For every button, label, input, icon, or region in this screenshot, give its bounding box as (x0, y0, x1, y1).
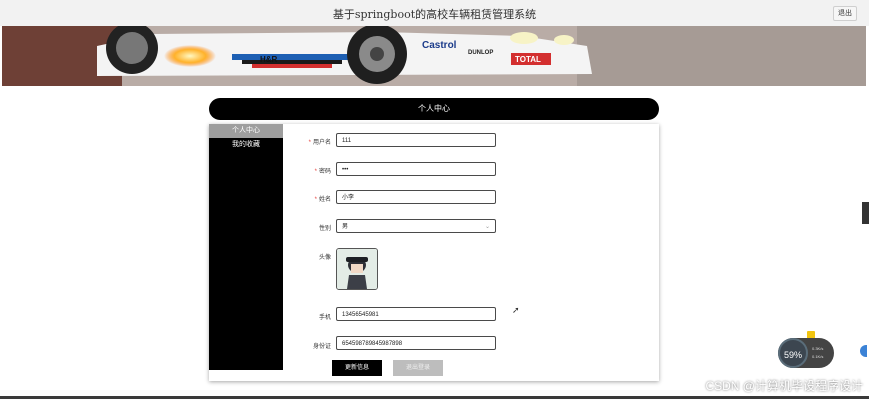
download-speed: 0.1K/s (812, 354, 824, 359)
logout-account-button[interactable]: 退出登录 (393, 360, 443, 376)
name-label: * 姓名 (314, 197, 331, 203)
upload-speed: 0.3K/s (812, 346, 824, 351)
side-scroll-tab[interactable] (862, 202, 869, 224)
bottom-border (0, 396, 869, 399)
sidebar-item-favorites[interactable]: 我的收藏 (209, 138, 283, 152)
mouse-cursor-icon: ➚ (512, 305, 520, 315)
username-field[interactable]: 111 (336, 133, 496, 147)
avatar-upload[interactable] (336, 248, 378, 290)
svg-text:DUNLOP: DUNLOP (468, 50, 493, 56)
top-bar: 基于springboot的高校车辆租赁管理系统 退出 (0, 0, 869, 26)
profile-panel: 个人中心 我的收藏 * 用户名 111 * 密码 ••• * 姓名 小李 性别 男 ⌄… (209, 124, 659, 381)
phone-label: 手机 (318, 315, 331, 321)
page-title: 个人中心 (209, 98, 659, 120)
svg-text:TOTAL: TOTAL (515, 55, 541, 64)
svg-text:Castrol: Castrol (422, 40, 457, 51)
avatar-label: 头像 (318, 255, 331, 261)
name-field[interactable]: 小李 (336, 190, 496, 204)
idcard-field[interactable]: 654598789845987898 (336, 336, 496, 350)
logout-button[interactable]: 退出 (833, 6, 857, 21)
gender-value: 男 (342, 224, 349, 230)
watermark: CSDN @计算机毕设程序设计 (705, 379, 863, 393)
carousel-dots[interactable] (424, 80, 457, 86)
gender-label: 性别 (318, 226, 331, 232)
speed-percent: 59% (778, 338, 808, 368)
chevron-down-icon: ⌄ (484, 224, 490, 230)
phone-field[interactable]: 13456545981 (336, 307, 496, 321)
avatar-image (337, 249, 377, 289)
gender-select[interactable]: 男 ⌄ (336, 219, 496, 233)
password-field[interactable]: ••• (336, 162, 496, 176)
banner-image: Castrol DUNLOP TOTAL H&R (2, 26, 866, 86)
sidebar: 个人中心 我的收藏 (209, 124, 283, 370)
sidebar-item-profile[interactable]: 个人中心 (209, 124, 283, 138)
username-label: * 用户名 (308, 140, 331, 146)
network-speed-widget[interactable]: 59% 0.3K/s 0.1K/s (778, 338, 834, 368)
site-title: 基于springboot的高校车辆租赁管理系统 (332, 8, 537, 21)
svg-text:H&R: H&R (260, 55, 278, 64)
idcard-label: 身份证 (312, 344, 331, 350)
race-car-image: Castrol DUNLOP TOTAL H&R (2, 26, 866, 86)
assistant-tab[interactable] (860, 345, 867, 357)
update-info-button[interactable]: 更新信息 (332, 360, 382, 376)
password-label: * 密码 (314, 169, 331, 175)
